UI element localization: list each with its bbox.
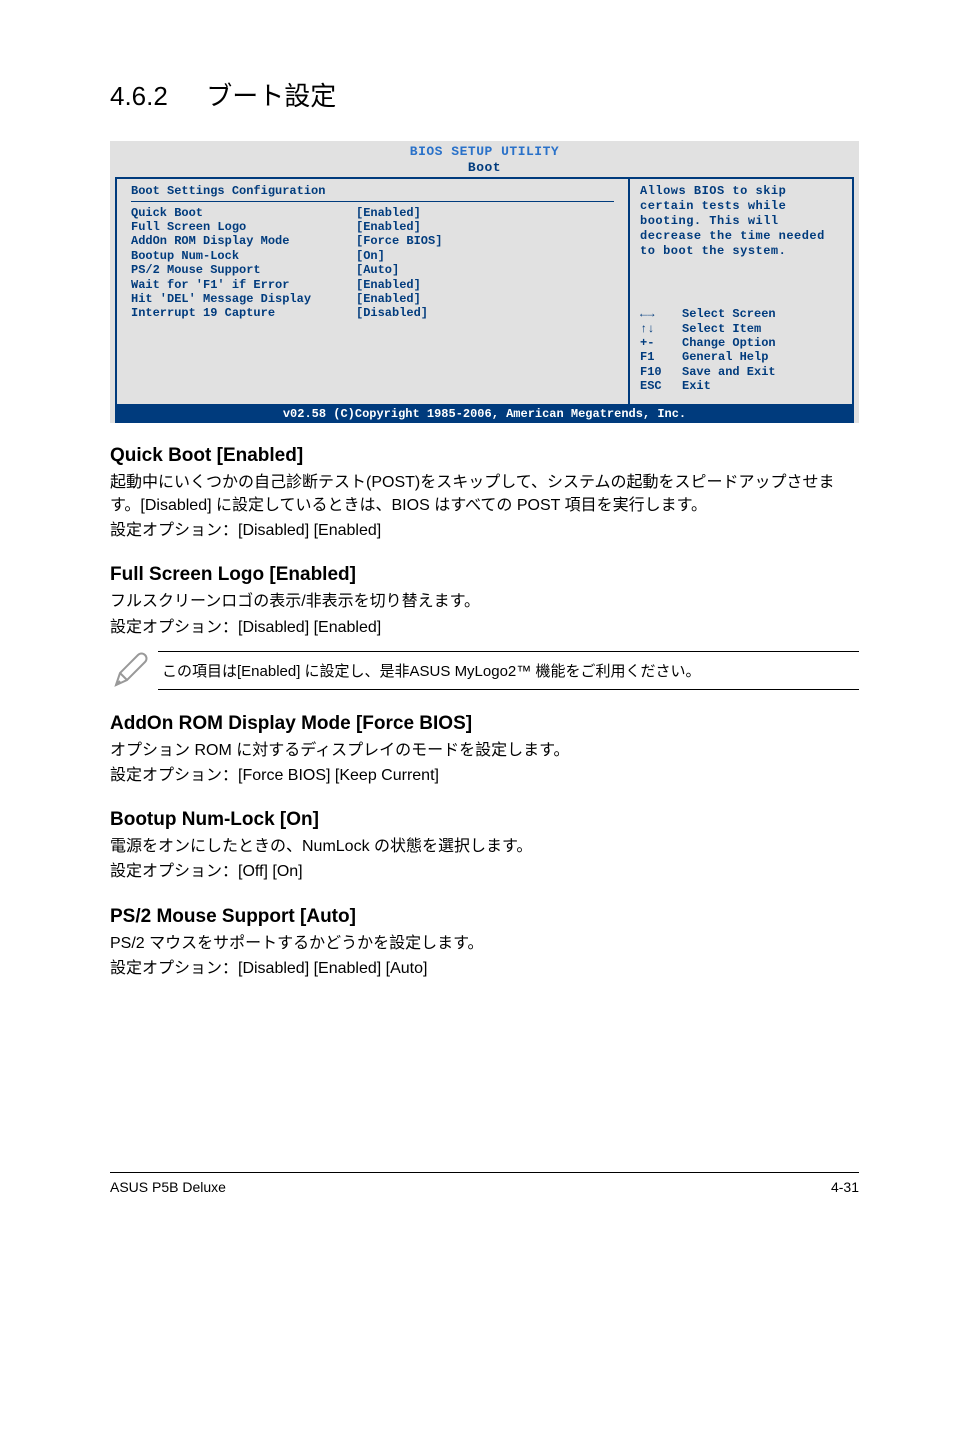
bios-row: Wait for 'F1' if Error[Enabled] bbox=[131, 278, 614, 292]
section-title: ブート設定 bbox=[206, 81, 336, 111]
paragraph: フルスクリーンロゴの表示/非表示を切り替えます。 bbox=[110, 590, 859, 613]
note-callout: この項目は[Enabled] に設定し、是非ASUS MyLogo2™ 機能をご… bbox=[110, 651, 859, 691]
bios-row: Hit 'DEL' Message Display[Enabled] bbox=[131, 292, 614, 306]
paragraph: 電源をオンにしたときの、NumLock の状態を選択します。 bbox=[110, 835, 859, 858]
page-footer: ASUS P5B Deluxe 4-31 bbox=[110, 1172, 859, 1195]
bios-row: PS/2 Mouse Support[Auto] bbox=[131, 263, 614, 277]
bios-section-title: Boot Settings Configuration bbox=[131, 184, 614, 198]
bios-row: Bootup Num-Lock[On] bbox=[131, 249, 614, 263]
bios-screenshot: BIOS SETUP UTILITY Boot Boot Settings Co… bbox=[110, 141, 859, 423]
footer-right: 4-31 bbox=[831, 1179, 859, 1195]
note-text: この項目は[Enabled] に設定し、是非ASUS MyLogo2™ 機能をご… bbox=[158, 651, 859, 690]
subheading-quick-boot: Quick Boot [Enabled] bbox=[110, 445, 859, 467]
paragraph: 設定オプション：[Disabled] [Enabled] bbox=[110, 519, 859, 542]
paragraph: 設定オプション：[Off] [On] bbox=[110, 860, 859, 883]
bios-row: Quick Boot[Enabled] bbox=[131, 206, 614, 220]
bios-help-text: Allows BIOS to skip certain tests while … bbox=[640, 184, 844, 259]
paragraph: 起動中にいくつかの自己診断テスト(POST)をスキップして、システムの起動をスピ… bbox=[110, 471, 859, 517]
paragraph: 設定オプション：[Disabled] [Enabled] bbox=[110, 616, 859, 639]
pencil-icon bbox=[110, 651, 158, 691]
bios-banner: BIOS SETUP UTILITY bbox=[410, 144, 559, 159]
paragraph: PS/2 マウスをサポートするかどうかを設定します。 bbox=[110, 932, 859, 955]
paragraph: 設定オプション：[Disabled] [Enabled] [Auto] bbox=[110, 957, 859, 980]
section-number: 4.6.2 bbox=[110, 81, 168, 112]
bios-row: AddOn ROM Display Mode[Force BIOS] bbox=[131, 234, 614, 248]
bios-nav-help: ←→Select Screen ↑↓Select Item +-Change O… bbox=[640, 307, 844, 393]
bios-row: Full Screen Logo[Enabled] bbox=[131, 220, 614, 234]
bios-copyright: v02.58 (C)Copyright 1985-2006, American … bbox=[115, 406, 854, 423]
subheading-ps2-mouse: PS/2 Mouse Support [Auto] bbox=[110, 906, 859, 928]
bios-row: Interrupt 19 Capture[Disabled] bbox=[131, 306, 614, 320]
subheading-addon-rom: AddOn ROM Display Mode [Force BIOS] bbox=[110, 713, 859, 735]
section-heading: 4.6.2 ブート設定 bbox=[110, 76, 859, 113]
footer-left: ASUS P5B Deluxe bbox=[110, 1179, 226, 1195]
subheading-numlock: Bootup Num-Lock [On] bbox=[110, 809, 859, 831]
subheading-full-screen-logo: Full Screen Logo [Enabled] bbox=[110, 564, 859, 586]
bios-tab-boot: Boot bbox=[462, 160, 507, 176]
paragraph: オプション ROM に対するディスプレイのモードを設定します。 bbox=[110, 739, 859, 762]
paragraph: 設定オプション：[Force BIOS] [Keep Current] bbox=[110, 764, 859, 787]
